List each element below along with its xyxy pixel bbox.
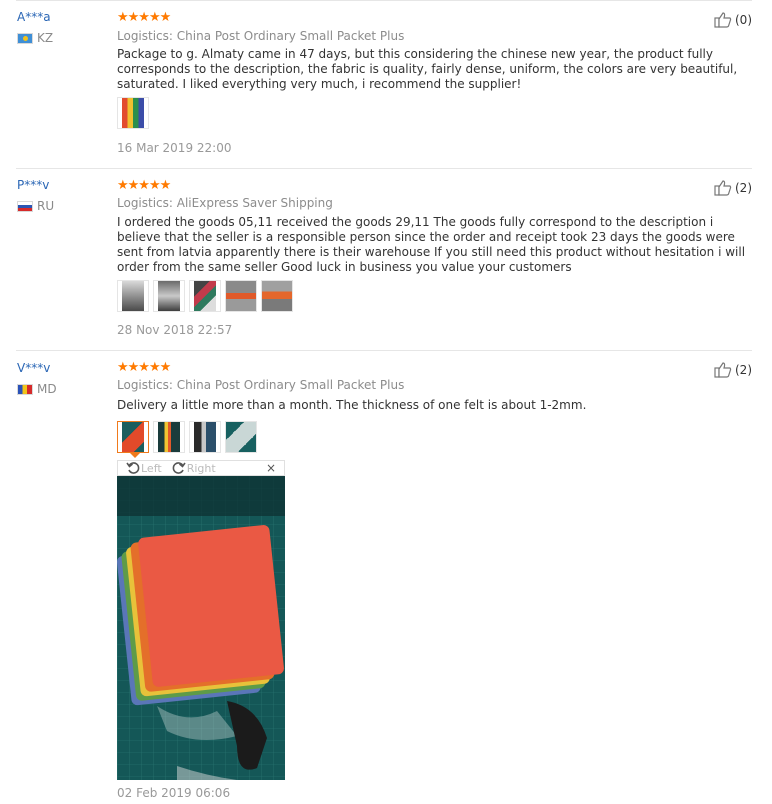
divider: [16, 168, 752, 169]
close-icon[interactable]: ×: [266, 461, 276, 475]
country-code: RU: [37, 199, 55, 213]
photo-thumbnail[interactable]: [117, 97, 149, 129]
reviewer-name[interactable]: A***a: [17, 10, 51, 24]
ru-flag-icon: [17, 200, 33, 212]
review-photos: [117, 280, 293, 312]
review-photos: [117, 421, 257, 453]
review-photos: [117, 97, 149, 129]
felt-sheets-photo: [117, 476, 285, 780]
photo-thumbnail[interactable]: [189, 421, 221, 453]
photo-thumbnail[interactable]: [225, 280, 257, 312]
rotate-right-button[interactable]: Right: [172, 461, 216, 475]
helpful-button[interactable]: (2): [714, 180, 752, 196]
divider: [16, 0, 752, 1]
enlarged-review-photo: [117, 476, 285, 780]
divider: [16, 350, 752, 351]
review-date: 16 Mar 2019 22:00: [117, 141, 232, 155]
reviewer-country: RU: [17, 199, 54, 213]
photo-thumbnail[interactable]: [225, 421, 257, 453]
photo-thumbnail[interactable]: [189, 280, 221, 312]
country-code: KZ: [37, 31, 54, 45]
helpful-count: (2): [735, 363, 752, 377]
helpful-count: (2): [735, 181, 752, 195]
logistics-info: Logistics: China Post Ordinary Small Pac…: [117, 29, 405, 43]
helpful-button[interactable]: (2): [714, 362, 752, 378]
review-text: I ordered the goods 05,11 received the g…: [117, 215, 746, 274]
thumbs-up-icon: [714, 12, 732, 28]
reviewer-name[interactable]: P***v: [17, 178, 49, 192]
thumbs-up-icon: [714, 362, 732, 378]
photo-thumbnail[interactable]: [153, 421, 185, 453]
review-text: Delivery a little more than a month. The…: [117, 398, 587, 412]
reviewer-country: MD: [17, 382, 57, 396]
selection-pointer: [129, 452, 141, 458]
md-flag-icon: [17, 383, 33, 395]
helpful-button[interactable]: (0): [714, 12, 752, 28]
country-code: MD: [37, 382, 57, 396]
kz-flag-icon: [17, 32, 33, 44]
rotate-right-icon: [172, 462, 186, 474]
star-rating: ★★★★★: [117, 178, 171, 193]
photo-thumbnail[interactable]: [153, 280, 185, 312]
star-rating: ★★★★★: [117, 10, 171, 25]
rotate-left-label: Left: [141, 461, 162, 475]
reviewer-country: KZ: [17, 31, 53, 45]
rotate-left-button[interactable]: Left: [126, 461, 162, 475]
photo-thumbnail-selected[interactable]: [117, 421, 149, 453]
logistics-info: Logistics: AliExpress Saver Shipping: [117, 196, 333, 210]
logistics-info: Logistics: China Post Ordinary Small Pac…: [117, 378, 405, 392]
review-text: Package to g. Almaty came in 47 days, bu…: [117, 47, 738, 91]
photo-thumbnail[interactable]: [117, 280, 149, 312]
rotate-left-icon: [126, 462, 140, 474]
image-viewer-toolbar: Left Right ×: [117, 460, 285, 476]
photo-thumbnail[interactable]: [261, 280, 293, 312]
rotate-right-label: Right: [186, 461, 216, 475]
reviewer-name[interactable]: V***v: [17, 361, 50, 375]
thumbs-up-icon: [714, 180, 732, 196]
star-rating: ★★★★★: [117, 360, 171, 375]
review-date: 28 Nov 2018 22:57: [117, 323, 233, 337]
helpful-count: (0): [735, 13, 752, 27]
review-date: 02 Feb 2019 06:06: [117, 786, 231, 800]
